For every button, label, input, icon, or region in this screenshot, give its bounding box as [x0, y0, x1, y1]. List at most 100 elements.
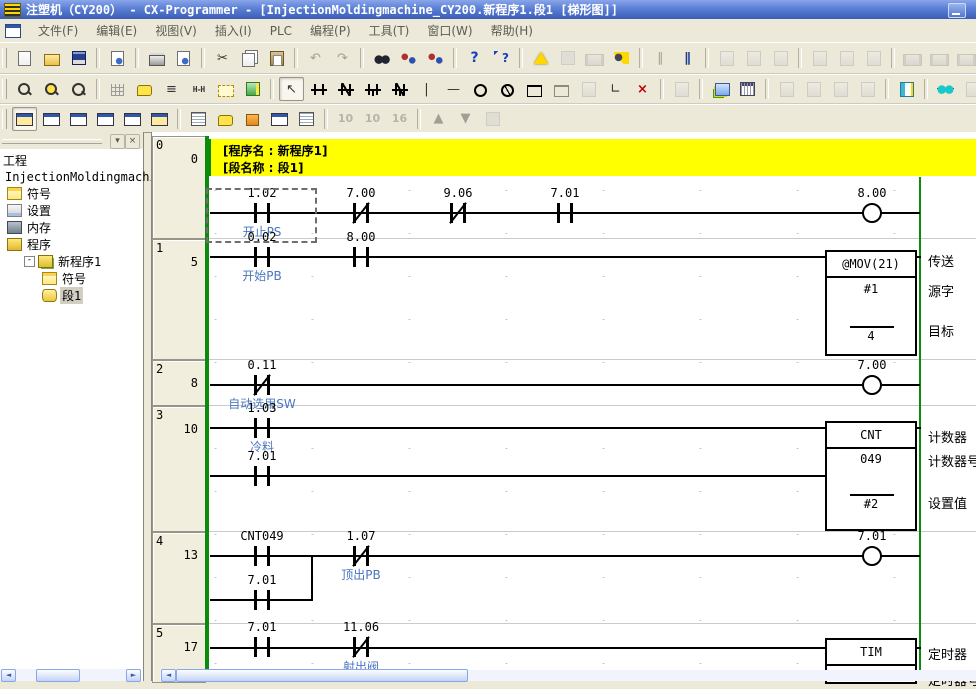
substitute-button[interactable]	[396, 46, 421, 70]
find-button[interactable]	[369, 46, 394, 70]
properties-button[interactable]	[147, 107, 172, 131]
ladder-h-scrollbar[interactable]: ◄	[160, 670, 976, 681]
memory-view-button[interactable]	[735, 77, 760, 101]
rung-comment-button[interactable]	[132, 77, 157, 101]
menu-edit[interactable]: 编辑(E)	[87, 19, 146, 42]
rung-header-4[interactable]: 4 13	[152, 532, 206, 624]
menu-view[interactable]: 视图(V)	[146, 19, 206, 42]
menu-window[interactable]: 窗口(W)	[418, 19, 481, 42]
tree-scroll-thumb[interactable]	[36, 669, 80, 682]
program-check-button[interactable]	[708, 77, 733, 101]
contact-no[interactable]	[249, 418, 275, 438]
output-coil[interactable]	[862, 546, 882, 566]
watch-window-button[interactable]	[933, 77, 958, 101]
new-closed-coil-button[interactable]	[495, 77, 520, 101]
toggle-cross-reference-button[interactable]	[93, 107, 118, 131]
show-comment-list-button[interactable]: ≡	[159, 77, 184, 101]
tree-item-program-symbols[interactable]: 符号	[0, 270, 143, 287]
zoom-in-button[interactable]	[39, 77, 64, 101]
contact-no[interactable]	[249, 466, 275, 486]
tree-h-scrollbar[interactable]: ◄ ►	[0, 669, 141, 681]
contact-nc[interactable]	[249, 375, 275, 395]
new-or-contact-button[interactable]	[360, 77, 385, 101]
contact-nc[interactable]	[348, 546, 374, 566]
contact-no[interactable]	[552, 203, 578, 223]
toggle-watch-window-button[interactable]	[66, 107, 91, 131]
show-sections-button[interactable]	[240, 77, 265, 101]
contact-no[interactable]	[348, 247, 374, 267]
line-connect-button[interactable]: ∟	[603, 77, 628, 101]
select-tool-button[interactable]: ↖	[279, 77, 304, 101]
copy-button[interactable]	[237, 46, 262, 70]
compile-button[interactable]	[528, 46, 553, 70]
address-reference-tool-button[interactable]	[894, 77, 919, 101]
new-contact-button[interactable]	[306, 77, 331, 101]
tree-item-programs[interactable]: 程序	[0, 236, 143, 253]
menu-tools[interactable]: 工具(T)	[360, 19, 419, 42]
tree-item-memory[interactable]: 内存	[0, 219, 143, 236]
rung-comment-banner[interactable]: [程序名 : 新程序1] [段名称 : 段1]	[211, 139, 976, 176]
print-preview-button[interactable]	[171, 46, 196, 70]
contact-no[interactable]	[249, 247, 275, 267]
view-mnemonic-button[interactable]	[186, 107, 211, 131]
rung-header-1[interactable]: 1 5	[152, 239, 206, 360]
rung-header-3[interactable]: 3 10	[152, 406, 206, 532]
monitor-box-button[interactable]	[213, 77, 238, 101]
new-vertical-line-button[interactable]: |	[414, 77, 439, 101]
output-coil[interactable]	[862, 375, 882, 395]
instruction-block-cnt[interactable]: CNT 049 #2	[825, 421, 917, 531]
toolbar-grip[interactable]	[2, 48, 7, 68]
tree-item-settings[interactable]: 设置	[0, 202, 143, 219]
new-or-closed-contact-button[interactable]	[387, 77, 412, 101]
new-coil-button[interactable]	[468, 77, 493, 101]
tree-expander-icon[interactable]: -	[24, 256, 35, 267]
contact-nc[interactable]	[445, 203, 471, 223]
change-plc-model-button[interactable]	[105, 46, 130, 70]
close-workspace-button[interactable]: ×	[125, 134, 140, 149]
toolbar-grip[interactable]	[2, 109, 7, 129]
find-warning-button[interactable]	[609, 46, 634, 70]
menu-insert[interactable]: 插入(I)	[206, 19, 261, 42]
contact-nc[interactable]	[348, 637, 374, 657]
contact-no[interactable]	[249, 637, 275, 657]
tree-item-project-root[interactable]: InjectionMoldingmachine	[0, 168, 143, 185]
workspace-grip[interactable]	[2, 139, 102, 144]
new-instruction-button[interactable]	[522, 77, 547, 101]
scroll-left-icon[interactable]: ◄	[161, 669, 176, 682]
contact-no[interactable]	[249, 590, 275, 610]
toggle-output-window-button[interactable]	[39, 107, 64, 131]
save-button[interactable]	[66, 46, 91, 70]
ladder-scroll-thumb[interactable]	[176, 669, 468, 682]
zoom-out-button[interactable]	[66, 77, 91, 101]
tree-item-new-program-1[interactable]: -新程序1	[0, 253, 143, 270]
tree-item-section-1[interactable]: 段1	[0, 287, 143, 304]
contact-nc[interactable]	[348, 203, 374, 223]
toggle-project-workspace-button[interactable]	[12, 107, 37, 131]
zoom-fit-button[interactable]	[12, 77, 37, 101]
context-help-button[interactable]: ?	[489, 46, 514, 70]
view-symbols-button[interactable]	[213, 107, 238, 131]
menu-plc[interactable]: PLC	[261, 21, 301, 41]
toolbar-grip[interactable]	[2, 79, 7, 99]
minimize-button[interactable]	[948, 3, 966, 18]
output-coil[interactable]	[862, 203, 882, 223]
paste-button[interactable]	[264, 46, 289, 70]
show-rung-annotation-button[interactable]: H-H	[186, 77, 211, 101]
instruction-block-mov[interactable]: @MOV(21) #1 4	[825, 250, 917, 356]
contact-no[interactable]	[249, 546, 275, 566]
toggle-grid-button[interactable]	[105, 77, 130, 101]
help-button[interactable]: ?	[462, 46, 487, 70]
new-horizontal-line-button[interactable]: —	[441, 77, 466, 101]
view-io-comment-button[interactable]	[267, 107, 292, 131]
new-file-button[interactable]	[12, 46, 37, 70]
scroll-left-icon[interactable]: ◄	[1, 669, 16, 682]
view-diagram-button[interactable]	[240, 107, 265, 131]
scroll-right-icon[interactable]: ►	[126, 669, 141, 682]
child-window-icon[interactable]	[5, 24, 21, 38]
pause-button[interactable]: ∥	[675, 46, 700, 70]
menu-help[interactable]: 帮助(H)	[482, 19, 542, 42]
view-monitor-hex-button[interactable]	[294, 107, 319, 131]
change-all-button[interactable]	[423, 46, 448, 70]
line-delete-button[interactable]: ×	[630, 77, 655, 101]
new-closed-contact-button[interactable]	[333, 77, 358, 101]
